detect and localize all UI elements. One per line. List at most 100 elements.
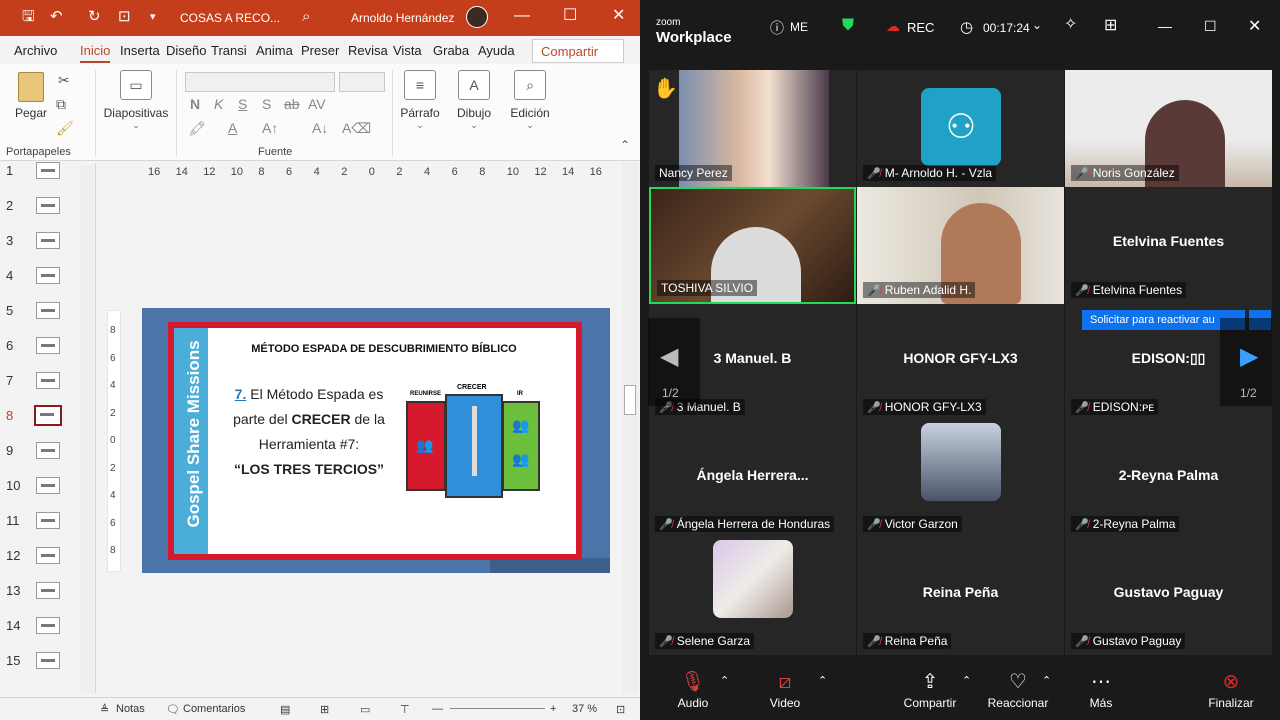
prev-page-button[interactable]: ◀ 1/2 — [648, 318, 700, 406]
reading-view-icon[interactable]: ▭ — [360, 703, 370, 716]
record-icon[interactable]: ☁ — [886, 18, 900, 35]
zoom-in-icon[interactable]: + — [550, 703, 556, 715]
clear-format-icon[interactable]: A⌫ — [342, 120, 371, 137]
font-family-select[interactable] — [185, 72, 335, 92]
slide-thumbnail[interactable]: 9 — [0, 442, 80, 473]
italic-button[interactable]: K — [214, 96, 223, 112]
tab-ayuda[interactable]: Ayuda — [478, 43, 515, 58]
share-screen-button[interactable]: ⇪ Compartir — [900, 670, 960, 710]
maximize-icon[interactable]: ☐ — [563, 6, 577, 26]
chevron-down-icon[interactable]: ⌄ — [1032, 18, 1042, 32]
comments-icon[interactable]: 🗨 — [166, 703, 180, 716]
notes-icon[interactable]: ≜ — [100, 703, 109, 716]
sorter-view-icon[interactable]: ⊞ — [320, 703, 329, 716]
zoom-level[interactable]: 37 % — [572, 703, 597, 715]
slide-thumbnail[interactable]: 8 — [0, 405, 80, 438]
share-button[interactable]: Compartir — [532, 39, 624, 63]
participant-tile[interactable]: 🎤̸ Ruben Adalid H. — [857, 187, 1064, 304]
participant-tile[interactable]: HONOR GFY-LX3 🎤̸ HONOR GFY-LX3 — [857, 304, 1064, 421]
participant-tile[interactable]: Etelvina Fuentes 🎤̸ Etelvina Fuentes — [1065, 187, 1272, 304]
grow-font-icon[interactable]: A↑ — [262, 120, 278, 136]
drawing-button[interactable]: A Dibujo ⌄ — [452, 70, 496, 131]
fit-icon[interactable]: ⊡ — [616, 703, 625, 716]
audio-button[interactable]: 🎙 Audio — [670, 670, 716, 710]
sparkle-icon[interactable]: ✧ — [1064, 14, 1077, 34]
scroll-thumb[interactable] — [624, 385, 636, 415]
tab-diseno[interactable]: Diseño — [166, 43, 206, 58]
participant-tile[interactable]: 🎤̸ Noris González — [1065, 70, 1272, 187]
save-icon[interactable]: 🖫 — [22, 8, 35, 26]
search-icon[interactable]: ⌕ — [302, 8, 310, 26]
participant-tile[interactable]: TOSHIVA SILVIO — [649, 187, 856, 304]
strikethrough-button[interactable]: ab — [284, 96, 300, 112]
spacing-button[interactable]: AV — [308, 96, 326, 112]
info-icon[interactable]: ⓘ — [770, 18, 784, 38]
zoom-slider[interactable] — [450, 708, 545, 709]
notes-button[interactable]: Notas — [116, 703, 145, 715]
tab-animaciones[interactable]: Anima — [256, 43, 293, 58]
slide-thumbnail[interactable]: 13 — [0, 582, 80, 613]
tab-vista[interactable]: Vista — [393, 43, 422, 58]
tab-insertar[interactable]: Inserta — [120, 43, 160, 58]
format-painter-icon[interactable]: 🖌 — [56, 120, 74, 137]
shield-icon[interactable]: ⛊ — [842, 17, 854, 35]
underline-button[interactable]: S — [238, 96, 247, 112]
zoom-out-icon[interactable]: — — [432, 703, 443, 715]
participant-tile[interactable]: 🎤̸ Victor Garzon — [857, 421, 1064, 538]
bold-button[interactable]: N — [190, 96, 200, 112]
avatar[interactable] — [466, 6, 488, 28]
normal-view-icon[interactable]: ▤ — [280, 703, 290, 716]
slide-thumbnail[interactable]: 3 — [0, 232, 80, 263]
participant-tile[interactable]: Reina Peña 🎤̸ Reina Peña — [857, 538, 1064, 655]
font-size-select[interactable] — [339, 72, 385, 92]
participant-tile[interactable]: ⚇ 🎤̸ M- Arnoldo H. - Vzla — [857, 70, 1064, 187]
highlight-icon[interactable]: 🖍 — [188, 120, 206, 137]
slide-thumbnail[interactable]: 14 — [0, 617, 80, 648]
tab-transiciones[interactable]: Transi — [211, 43, 247, 58]
participant-tile[interactable]: 🎤̸ Selene Garza — [649, 538, 856, 655]
tab-presentacion[interactable]: Preser — [301, 43, 339, 58]
redo-icon[interactable]: ↻ — [88, 8, 101, 26]
chevron-up-icon[interactable]: ⌃ — [1042, 674, 1051, 687]
slide-thumbnail[interactable]: 1 — [0, 162, 80, 193]
copy-icon[interactable]: ⧉ — [56, 96, 66, 113]
slide-thumbnail[interactable]: 2 — [0, 197, 80, 228]
customize-icon[interactable]: ▾ — [150, 8, 156, 26]
next-page-button[interactable]: ▶ 1/2 — [1220, 318, 1272, 406]
slide-thumbnail[interactable]: 7 — [0, 372, 80, 403]
participant-tile[interactable]: 2-Reyna Palma 🎤̸ 2-Reyna Palma — [1065, 421, 1272, 538]
tab-revisar[interactable]: Revisa — [348, 43, 388, 58]
shrink-font-icon[interactable]: A↓ — [312, 120, 328, 136]
slide-thumbnail[interactable]: 12 — [0, 547, 80, 578]
slide-thumbnail[interactable]: 4 — [0, 267, 80, 298]
close-icon[interactable]: ✕ — [1248, 16, 1261, 36]
close-icon[interactable]: ✕ — [612, 6, 625, 26]
participant-tile[interactable]: Ángela Herrera... 🎤̸ Ángela Herrera de Hon… — [649, 421, 856, 538]
tab-grabar[interactable]: Graba — [433, 43, 469, 58]
undo-icon[interactable]: ↶ — [50, 8, 63, 26]
maximize-icon[interactable]: ☐ — [1204, 18, 1217, 35]
chevron-up-icon[interactable]: ⌃ — [818, 674, 827, 687]
comments-button[interactable]: Comentarios — [183, 703, 245, 715]
paste-button[interactable]: Pegar — [10, 72, 52, 120]
participant-tile[interactable]: ✋ Nancy Perez — [649, 70, 856, 187]
end-meeting-button[interactable]: ⊗ Finalizar — [1204, 670, 1258, 710]
slide-thumbnail[interactable]: 6 — [0, 337, 80, 368]
editor-scrollbar[interactable] — [622, 163, 638, 693]
chevron-up-icon[interactable]: ⌃ — [720, 674, 729, 687]
shadow-button[interactable]: S — [262, 96, 271, 112]
slideshow-icon[interactable]: ⊤ — [400, 703, 410, 716]
slide-thumbnail[interactable]: 5 — [0, 302, 80, 333]
slide-thumbnail[interactable]: 10 — [0, 477, 80, 508]
chevron-up-icon[interactable]: ⌃ — [962, 674, 971, 687]
tab-inicio[interactable]: Inicio — [80, 43, 110, 58]
collapse-ribbon-icon[interactable]: ⌃ — [620, 138, 630, 152]
minimize-icon[interactable]: — — [514, 6, 530, 26]
slide-canvas[interactable]: Gospel Share Missions www.gospelsharemis… — [142, 308, 610, 573]
editing-button[interactable]: ⌕ Edición ⌄ — [506, 70, 554, 131]
participant-tile[interactable]: Gustavo Paguay 🎤̸ Gustavo Paguay — [1065, 538, 1272, 655]
font-color-icon[interactable]: A — [228, 120, 237, 136]
react-button[interactable]: ♡ Reaccionar — [986, 670, 1050, 710]
present-icon[interactable]: ⊡ — [118, 8, 131, 26]
video-button[interactable]: ⧄ Video — [762, 670, 808, 710]
